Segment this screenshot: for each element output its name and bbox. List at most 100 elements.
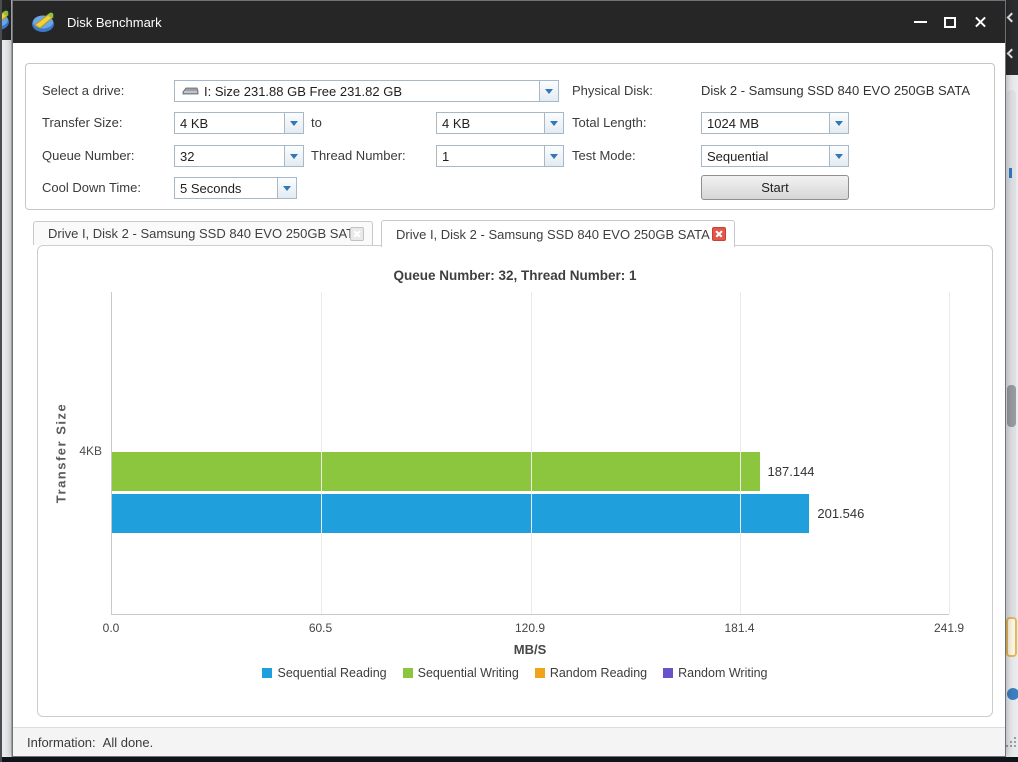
transfer-size-from-select[interactable]: 4 KB — [174, 112, 304, 134]
close-icon — [974, 16, 987, 29]
dropdown-arrow-icon — [829, 113, 848, 133]
queue-number-label: Queue Number: — [42, 145, 135, 167]
legend-item: Sequential Writing — [403, 666, 519, 680]
thread-number-label: Thread Number: — [311, 145, 406, 167]
x-tick-label: 60.5 — [309, 621, 332, 635]
disk-benchmark-window: Disk Benchmark Select a drive: I: S — [12, 0, 1006, 757]
screen: Disk Benchmark Select a drive: I: S — [0, 0, 1018, 762]
maximize-button[interactable] — [935, 9, 965, 35]
select-drive-label: Select a drive: — [42, 80, 124, 102]
legend-label: Sequential Writing — [418, 666, 519, 680]
legend-label: Random Writing — [678, 666, 767, 680]
cool-down-select[interactable]: 5 Seconds — [174, 177, 297, 199]
tab-close-button[interactable] — [350, 227, 364, 241]
thread-number-select[interactable]: 1 — [436, 145, 564, 167]
resize-grip[interactable] — [1014, 745, 1016, 747]
transfer-size-from-value: 4 KB — [175, 116, 284, 131]
tab-label: Drive I, Disk 2 - Samsung SSD 840 EVO 25… — [48, 226, 350, 241]
benchmark-settings-group: Select a drive: I: Size 231.88 GB Free 2… — [25, 63, 995, 210]
bar-sequential-reading — [112, 494, 809, 533]
background-window-titlebar-right — [1004, 0, 1018, 75]
physical-disk-label: Physical Disk: — [572, 80, 653, 102]
legend-item: Sequential Reading — [262, 666, 386, 680]
test-mode-value: Sequential — [702, 149, 829, 164]
dropdown-arrow-icon — [284, 113, 303, 133]
app-icon — [31, 11, 57, 33]
dropdown-arrow-icon — [544, 146, 563, 166]
physical-disk-value: Disk 2 - Samsung SSD 840 EVO 250GB SATA — [701, 80, 970, 102]
background-scrollbar-thumb[interactable] — [1007, 385, 1016, 427]
drive-select[interactable]: I: Size 231.88 GB Free 231.82 GB — [174, 80, 559, 102]
tab-close-button[interactable] — [712, 227, 726, 241]
tab-drive-result-1[interactable]: Drive I, Disk 2 - Samsung SSD 840 EVO 25… — [33, 221, 373, 245]
thread-number-value: 1 — [437, 149, 544, 164]
window-controls — [905, 9, 995, 35]
status-bar: Information: All done. — [13, 727, 1005, 756]
close-button[interactable] — [965, 9, 995, 35]
test-mode-select[interactable]: Sequential — [701, 145, 849, 167]
drive-icon — [182, 86, 199, 96]
status-message: All done. — [103, 735, 154, 750]
transfer-size-label: Transfer Size: — [42, 112, 122, 134]
start-button[interactable]: Start — [701, 175, 849, 200]
drive-select-value: I: Size 231.88 GB Free 231.82 GB — [204, 84, 402, 99]
background-blue-mark — [1009, 168, 1012, 178]
transfer-size-to-select[interactable]: 4 KB — [436, 112, 564, 134]
to-label: to — [311, 112, 322, 134]
background-window-titlebar — [2, 0, 11, 40]
total-length-value: 1024 MB — [702, 116, 829, 131]
transfer-size-to-value: 4 KB — [437, 116, 544, 131]
status-label: Information: — [27, 735, 96, 750]
plot-area: 4KB Transfer Size 187.144201.546 — [111, 292, 949, 615]
dropdown-arrow-icon — [277, 178, 296, 198]
y-axis-label: Transfer Size — [54, 403, 69, 503]
maximize-icon — [944, 17, 956, 28]
legend-label: Random Reading — [550, 666, 647, 680]
dropdown-arrow-icon — [539, 81, 558, 101]
x-axis-ticks: 0.060.5120.9181.4241.9 — [111, 621, 949, 637]
legend-item: Random Reading — [535, 666, 647, 680]
gridline — [531, 292, 532, 614]
plot-wrap: 4KB Transfer Size 187.144201.546 0.060.5… — [111, 292, 949, 657]
background-window-left-edge — [2, 0, 12, 757]
minimize-icon — [914, 21, 927, 23]
test-mode-label: Test Mode: — [572, 145, 636, 167]
benchmark-chart-panel: Queue Number: 32, Thread Number: 1 4KB T… — [37, 245, 993, 717]
dropdown-arrow-icon — [829, 146, 848, 166]
minimize-button[interactable] — [905, 9, 935, 35]
dropdown-arrow-icon — [544, 113, 563, 133]
legend-item: Random Writing — [663, 666, 767, 680]
queue-number-value: 32 — [175, 149, 284, 164]
total-length-select[interactable]: 1024 MB — [701, 112, 849, 134]
bar-value-label: 187.144 — [768, 464, 815, 479]
chevron-left-icon — [1007, 13, 1017, 23]
window-frame-bottom — [2, 757, 1018, 762]
window-title: Disk Benchmark — [67, 15, 162, 30]
total-length-label: Total Length: — [572, 112, 646, 134]
legend-swatch — [403, 668, 413, 678]
gridline — [949, 292, 950, 614]
x-tick-label: 120.9 — [515, 621, 545, 635]
background-blue-button-edge — [1007, 688, 1018, 700]
tab-label: Drive I, Disk 2 - Samsung SSD 840 EVO 25… — [396, 227, 712, 242]
gridline — [740, 292, 741, 614]
window-content: Select a drive: I: Size 231.88 GB Free 2… — [13, 43, 1005, 756]
legend-swatch — [262, 668, 272, 678]
queue-number-select[interactable]: 32 — [174, 145, 304, 167]
legend-swatch — [663, 668, 673, 678]
cool-down-label: Cool Down Time: — [42, 177, 141, 199]
close-icon — [715, 230, 723, 238]
chevron-left-icon — [1007, 49, 1017, 59]
dropdown-arrow-icon — [284, 146, 303, 166]
titlebar: Disk Benchmark — [13, 1, 1005, 43]
cool-down-value: 5 Seconds — [175, 181, 277, 196]
legend-label: Sequential Reading — [277, 666, 386, 680]
x-tick-label: 0.0 — [103, 621, 120, 635]
close-icon — [353, 230, 361, 238]
app-icon — [2, 9, 11, 31]
background-highlighted-button-edge — [1006, 617, 1017, 657]
bar-sequential-writing — [112, 452, 760, 491]
chart-legend: Sequential Reading Sequential Writing Rand… — [38, 666, 992, 680]
x-axis-label: MB/S — [111, 642, 949, 657]
tab-drive-result-2-active[interactable]: Drive I, Disk 2 - Samsung SSD 840 EVO 25… — [381, 220, 735, 247]
